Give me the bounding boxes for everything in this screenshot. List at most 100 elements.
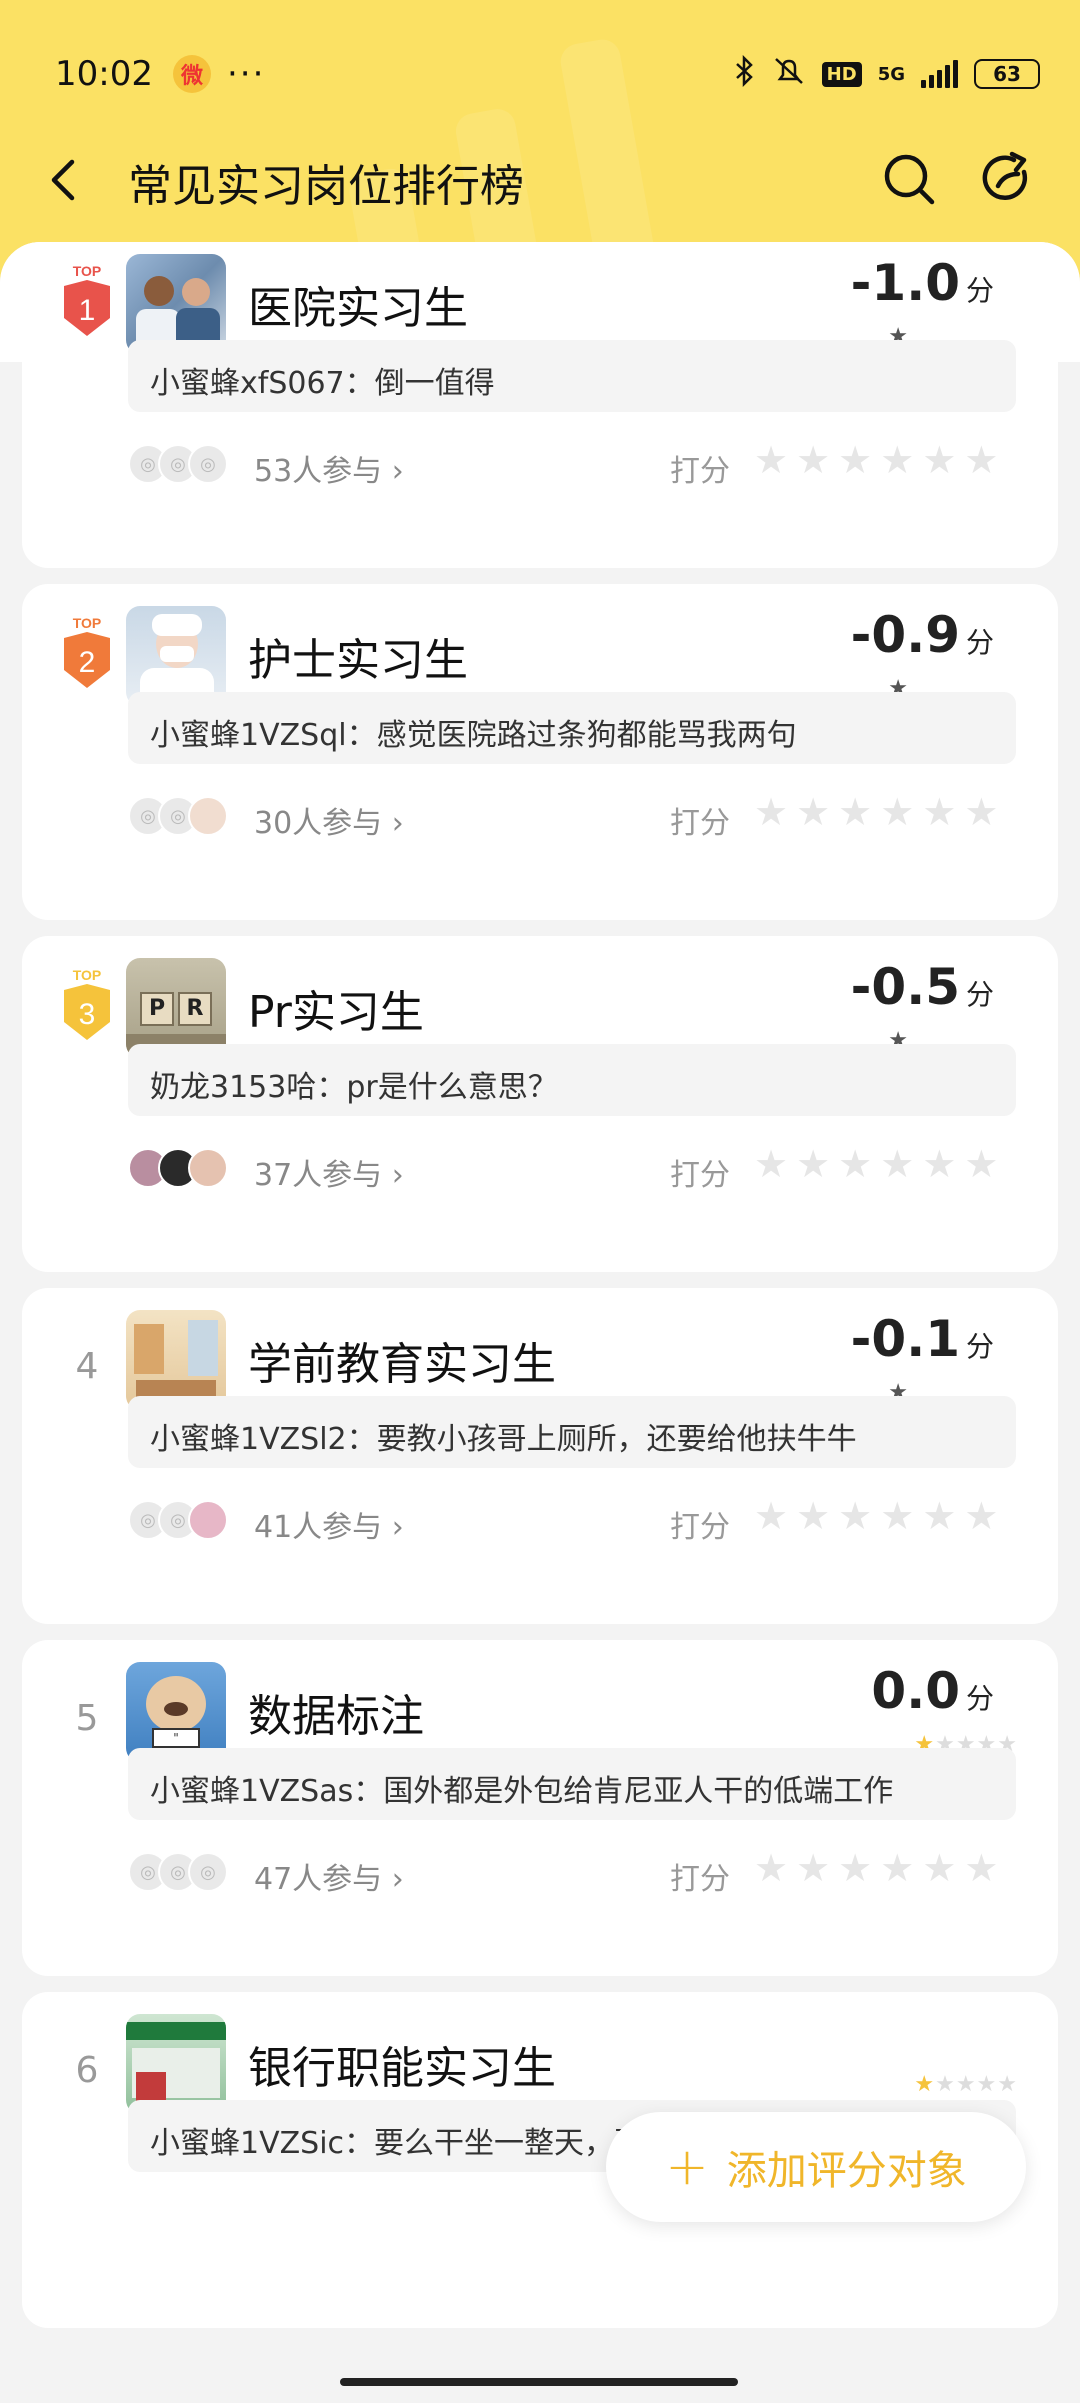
star-icon[interactable]: ★ [880, 1846, 914, 1890]
rank-number: 4 [75, 1346, 99, 1387]
list-item[interactable]: 5 " 数据标注 0.0 分 ★★★★★ 小蜜蜂1VZSas：国外都是外包给肯尼亚… [22, 1640, 1058, 1976]
star-icon[interactable]: ★ [754, 438, 788, 482]
list-item[interactable]: TOP 3 P R Pr实习生 -0.5 分 ★ 奶龙3153哈：pr是什么意思？… [22, 936, 1058, 1272]
star-icon[interactable]: ★ [922, 1494, 956, 1538]
item-thumbnail [126, 1310, 226, 1410]
score-unit: 分 [965, 1682, 994, 1715]
item-thumbnail [126, 2014, 226, 2114]
rank-2-badge: TOP 2 [64, 615, 110, 688]
star-icon[interactable]: ★ [880, 1142, 914, 1186]
participant-avatars [128, 1148, 228, 1192]
chevron-right-icon: › [391, 1158, 404, 1193]
rating-stars[interactable]: ★ ★ ★ ★ ★ ★ [754, 438, 998, 482]
star-icon[interactable]: ★ [922, 790, 956, 834]
top-comment[interactable]: 小蜜蜂1VZSql：感觉医院路过条狗都能骂我两句 [128, 692, 1016, 764]
list-item[interactable]: TOP 2 护士实习生 -0.9 分 ★ 小蜜蜂1VZSql：感觉医院路过条狗都能… [22, 584, 1058, 920]
search-icon[interactable] [880, 150, 938, 208]
star-icon[interactable]: ★ [922, 1142, 956, 1186]
star-icon[interactable]: ★ [838, 438, 872, 482]
participants-link[interactable]: 37人参与 › [254, 1150, 404, 1194]
star-icon[interactable]: ★ [838, 1494, 872, 1538]
rating-stars[interactable]: ★ ★ ★ ★ ★ ★ [754, 790, 998, 834]
star-icon[interactable]: ★ [754, 1846, 788, 1890]
item-score: -0.9 分 [851, 606, 994, 664]
home-indicator[interactable] [340, 2378, 738, 2386]
score-value: -0.1 [850, 1310, 960, 1368]
list-item[interactable]: TOP 1 医院实习生 -1.0 分 ★ 小蜜蜂xfS067：倒一值得 ◎ ◎ ◎ 5… [22, 242, 1058, 568]
item-thumbnail [126, 606, 226, 706]
share-icon[interactable] [978, 150, 1036, 208]
top-comment[interactable]: 小蜜蜂1VZSl2：要教小孩哥上厕所，还要给他扶牛牛 [128, 1396, 1016, 1468]
participant-avatars: ◎ ◎ [128, 796, 228, 840]
add-rating-object-button[interactable]: + 添加评分对象 [606, 2112, 1026, 2222]
star-icon[interactable]: ★ [838, 1142, 872, 1186]
star-icon[interactable]: ★ [796, 1494, 830, 1538]
back-icon[interactable] [42, 156, 86, 204]
star-icon[interactable]: ★ [796, 438, 830, 482]
star-icon[interactable]: ★ [796, 1142, 830, 1186]
top-comment[interactable]: 小蜜蜂xfS067：倒一值得 [128, 340, 1016, 412]
svg-text:1: 1 [79, 294, 96, 327]
participants-link[interactable]: 30人参与 › [254, 798, 404, 842]
add-button-label: 添加评分对象 [726, 2148, 967, 2194]
score-value: -1.0 [850, 254, 960, 312]
rank-1-badge: TOP 1 [64, 263, 110, 336]
top-comment[interactable]: 小蜜蜂1VZSas：国外都是外包给肯尼亚人干的低端工作 [128, 1748, 1016, 1820]
svg-text:TOP: TOP [73, 263, 102, 279]
star-icon[interactable]: ★ [754, 790, 788, 834]
rate-label: 打分 [670, 1510, 730, 1545]
star-icon[interactable]: ★ [964, 438, 998, 482]
svg-text:3: 3 [79, 998, 96, 1031]
list-item[interactable]: 4 学前教育实习生 -0.1 分 ★ 小蜜蜂1VZSl2：要教小孩哥上厕所，还要给… [22, 1288, 1058, 1624]
svg-text:TOP: TOP [73, 615, 102, 631]
chevron-right-icon: › [391, 1510, 404, 1545]
rating-stars[interactable]: ★ ★ ★ ★ ★ ★ [754, 1142, 998, 1186]
avatar: ◎ [188, 1852, 228, 1892]
status-bar: 10:02 微 ··· HD 5G 63 [55, 44, 1040, 104]
item-score: -0.1 分 [851, 1310, 994, 1368]
item-thumbnail: " [126, 1662, 226, 1762]
participants-link[interactable]: 53人参与 › [254, 446, 404, 490]
item-name: 数据标注 [248, 1691, 424, 1742]
star-icon[interactable]: ★ [796, 790, 830, 834]
star-icon[interactable]: ★ [880, 438, 914, 482]
rating-stars[interactable]: ★ ★ ★ ★ ★ ★ [754, 1494, 998, 1538]
star-icon[interactable]: ★ [880, 790, 914, 834]
score-value: -0.5 [850, 958, 960, 1016]
participants-link[interactable]: 41人参与 › [254, 1502, 404, 1546]
rate-label: 打分 [670, 806, 730, 841]
participants-count: 41人参与 [254, 1510, 383, 1545]
participants-count: 37人参与 [254, 1158, 383, 1193]
star-icon[interactable]: ★ [922, 1846, 956, 1890]
item-name: Pr实习生 [248, 987, 424, 1038]
star-icon[interactable]: ★ [964, 1846, 998, 1890]
star-icon[interactable]: ★ [964, 1142, 998, 1186]
star-icon[interactable]: ★ [754, 1494, 788, 1538]
star-icon[interactable]: ★ [838, 790, 872, 834]
star-icon[interactable]: ★ [880, 1494, 914, 1538]
score-unit: 分 [965, 626, 994, 659]
item-score: -1.0 分 [851, 254, 994, 312]
item-thumbnail: P R [126, 958, 226, 1058]
star-icon[interactable]: ★ [964, 1494, 998, 1538]
page-title: 常见实习岗位排行榜 [128, 161, 524, 212]
rating-stars[interactable]: ★ ★ ★ ★ ★ ★ [754, 1846, 998, 1890]
star-icon[interactable]: ★ [964, 790, 998, 834]
plus-icon: + [665, 2137, 709, 2197]
participant-avatars: ◎ ◎ [128, 1500, 228, 1544]
battery-icon: 63 [974, 59, 1040, 89]
participants-count: 30人参与 [254, 806, 383, 841]
top-comment[interactable]: 奶龙3153哈：pr是什么意思？ [128, 1044, 1016, 1116]
status-more: ··· [226, 54, 266, 94]
star-icon[interactable]: ★ [838, 1846, 872, 1890]
score-unit: 分 [965, 274, 994, 307]
participants-link[interactable]: 47人参与 › [254, 1854, 404, 1898]
item-name: 学前教育实习生 [248, 1339, 556, 1390]
star-icon[interactable]: ★ [922, 438, 956, 482]
rate-label: 打分 [670, 454, 730, 489]
star-icon[interactable]: ★ [754, 1142, 788, 1186]
star-icon[interactable]: ★ [796, 1846, 830, 1890]
chevron-right-icon: › [391, 1862, 404, 1897]
item-name: 医院实习生 [248, 283, 468, 334]
score-value: -0.9 [850, 606, 960, 664]
